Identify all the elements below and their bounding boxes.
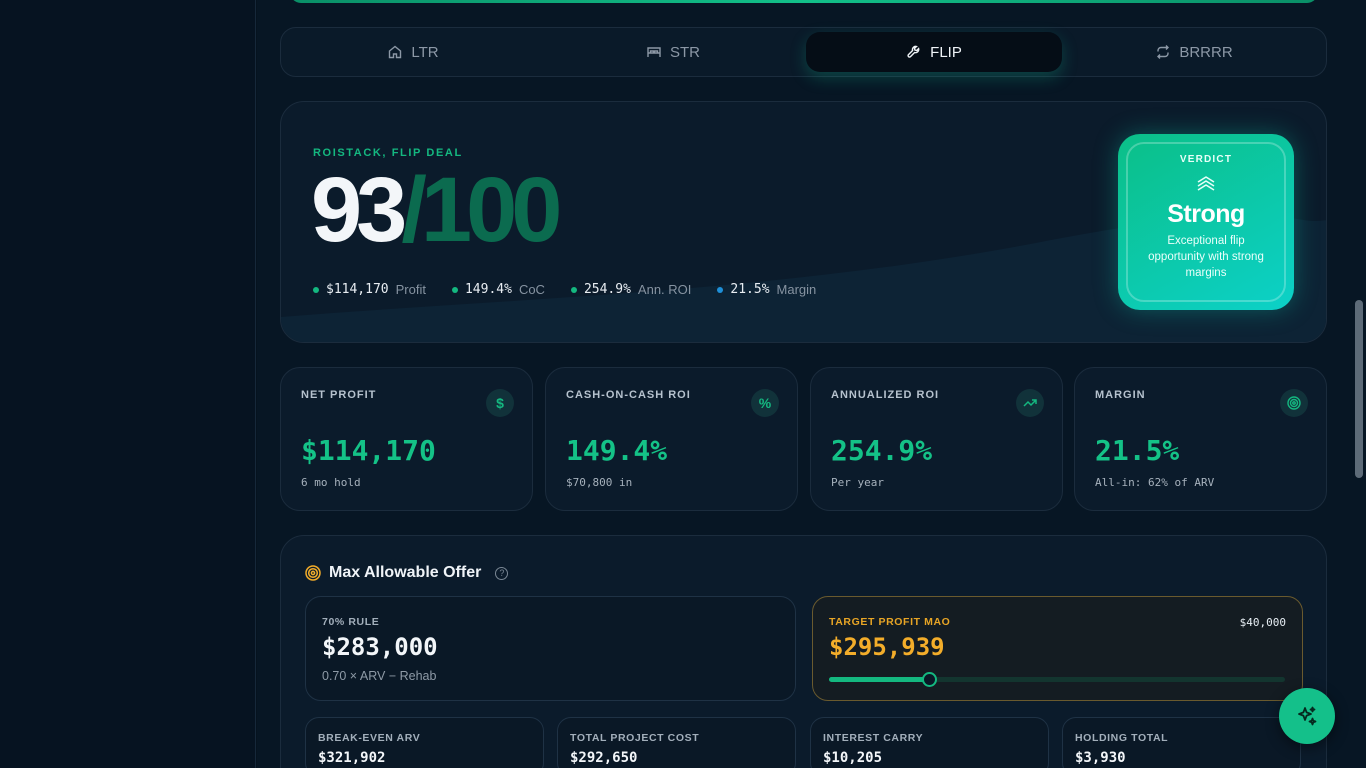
metric-card-net-profit: NET PROFIT $ $114,170 6 mo hold [280, 367, 533, 511]
stat-label: Margin [776, 282, 817, 297]
tab-label: STR [670, 43, 700, 61]
mao-title: Max Allowable Offer [329, 564, 482, 581]
stat-margin: 21.5% Margin [717, 282, 816, 297]
metric-card-annualized-roi: ANNUALIZED ROI 254.9% Per year [810, 367, 1063, 511]
stat-label: Ann. ROI [637, 282, 692, 297]
card-label: MARGIN [1095, 389, 1146, 401]
verdict-card: VERDICT Strong Exceptional flip opportun… [1118, 134, 1294, 310]
rule-value: $283,000 [322, 633, 438, 661]
metric-card-coc-roi: CASH-ON-CASH ROI % 149.4% $70,800 in [545, 367, 798, 511]
strategy-tabs: LTR STR FLIP BRRRR [280, 27, 1327, 77]
trending-up-icon [1016, 389, 1044, 417]
score-max: /100 [401, 159, 562, 261]
status-dot [451, 286, 458, 293]
mini-value: $10,205 [823, 750, 883, 766]
target-profit-slider[interactable] [829, 672, 1285, 687]
tab-label: FLIP [930, 43, 962, 61]
target-icon [1280, 389, 1308, 417]
tab-ltr[interactable]: LTR [285, 32, 541, 72]
card-value: 254.9% [831, 434, 933, 467]
metric-total-project-cost: TOTAL PROJECT COST $292,650 [557, 717, 796, 768]
tab-brrrr[interactable]: BRRRR [1066, 32, 1322, 72]
home-icon [389, 45, 402, 59]
sparkles-icon [1298, 706, 1317, 726]
score-value: 93 [311, 159, 407, 261]
verdict-description: Exceptional flip opportunity with strong… [1148, 235, 1264, 279]
status-dot [313, 286, 319, 293]
card-label: CASH-ON-CASH ROI [566, 389, 691, 401]
verdict-title: Strong [1167, 200, 1245, 228]
mini-value: $3,930 [1075, 750, 1126, 766]
mini-label: INTEREST CARRY [823, 732, 924, 744]
slider-thumb[interactable] [922, 672, 938, 687]
card-subtext: 6 mo hold [301, 476, 361, 489]
metric-card-margin: MARGIN 21.5% All-in: 62% of ARV [1074, 367, 1327, 511]
hero-stats: $114,170 Profit 149.4% CoC 254.9% Ann. ROI … [313, 282, 816, 297]
stat-coc: 149.4% CoC [451, 282, 545, 297]
stat-profit: $114,170 Profit [313, 282, 426, 297]
metric-break-even-arv: BREAK-EVEN ARV $321,902 [305, 717, 544, 768]
help-icon[interactable]: ? [495, 566, 509, 580]
card-label: NET PROFIT [301, 389, 377, 401]
tab-label: BRRRR [1179, 43, 1233, 61]
stat-value: 21.5% [730, 282, 770, 297]
rule-formula: 0.70 × ARV − Rehab [322, 669, 437, 683]
verdict-inner: VERDICT Strong Exceptional flip opportun… [1126, 142, 1286, 302]
stat-value: 254.9% [583, 282, 631, 297]
stat-label: Profit [395, 282, 426, 297]
metric-holding-total: HOLDING TOTAL $3,930 [1062, 717, 1301, 768]
mini-label: TOTAL PROJECT COST [570, 732, 700, 744]
tab-flip[interactable]: FLIP [806, 32, 1062, 72]
mini-value: $321,902 [318, 750, 386, 766]
card-value: 21.5% [1095, 434, 1180, 467]
repeat-icon [1157, 45, 1170, 59]
verdict-label: VERDICT [1179, 154, 1233, 165]
slider-fill [829, 677, 930, 682]
card-value: 149.4% [566, 434, 668, 467]
status-dot [570, 286, 577, 293]
max-allowable-offer-panel: Max Allowable Offer ? 70% RULE $283,000 … [280, 535, 1327, 768]
chevrons-up-icon [1197, 176, 1215, 191]
stat-label: CoC [518, 282, 545, 297]
target-value: $295,939 [829, 633, 945, 661]
card-subtext: All-in: 62% of ARV [1095, 476, 1215, 489]
tab-label: LTR [411, 43, 439, 61]
status-dot [717, 286, 724, 293]
top-accent-bar [290, 0, 1318, 3]
stat-value: $114,170 [326, 282, 389, 297]
target-label: TARGET PROFIT MAO [829, 616, 951, 628]
metric-interest-carry: INTEREST CARRY $10,205 [810, 717, 1049, 768]
dollar-icon: $ [486, 389, 514, 417]
score-hero-card: ROISTACK, FLIP DEAL 93/100 $114,170 Profi… [280, 101, 1327, 343]
tab-str[interactable]: STR [545, 32, 801, 72]
card-subtext: $70,800 in [566, 476, 633, 489]
target-profit-mao-box: TARGET PROFIT MAO $40,000 $295,939 [812, 596, 1303, 701]
wrench-icon [907, 45, 920, 58]
score-eyebrow: ROISTACK, FLIP DEAL [313, 147, 463, 159]
percent-icon: % [751, 389, 779, 417]
mao-header: Max Allowable Offer ? [305, 564, 509, 582]
stat-value: 149.4% [464, 282, 512, 297]
mini-label: HOLDING TOTAL [1075, 732, 1169, 744]
target-icon [305, 565, 321, 581]
mini-value: $292,650 [570, 750, 638, 766]
bed-icon [647, 47, 661, 57]
card-value: $114,170 [301, 434, 436, 467]
stat-ann-roi: 254.9% Ann. ROI [570, 282, 692, 297]
seventy-percent-rule-box: 70% RULE $283,000 0.70 × ARV − Rehab [305, 596, 796, 701]
target-profit-amount: $40,000 [1239, 616, 1286, 629]
rule-label: 70% RULE [322, 616, 380, 628]
mini-label: BREAK-EVEN ARV [318, 732, 421, 744]
card-label: ANNUALIZED ROI [831, 389, 940, 401]
card-subtext: Per year [831, 476, 884, 489]
scrollbar-thumb[interactable] [1355, 300, 1363, 478]
deal-score: 93/100 [311, 164, 562, 256]
ai-assistant-button[interactable] [1279, 688, 1335, 744]
sidebar [0, 0, 256, 768]
